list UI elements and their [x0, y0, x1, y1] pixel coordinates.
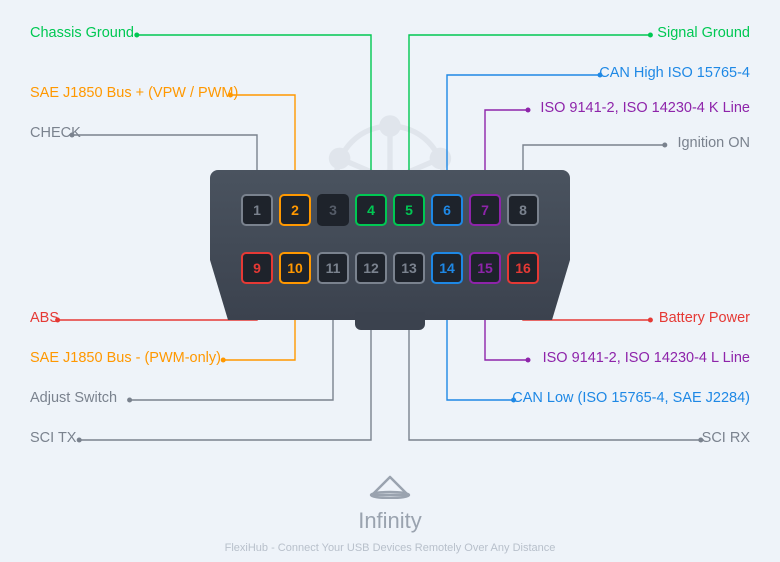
connector-tab — [355, 312, 425, 330]
label-pin-13: SCI RX — [702, 430, 750, 446]
pin-6: 6 — [431, 194, 463, 226]
label-pin-15: ISO 9141-2, ISO 14230-4 L Line — [543, 350, 750, 366]
pin-11: 11 — [317, 252, 349, 284]
pin-5: 5 — [393, 194, 425, 226]
pin-row-bottom: 910111213141516 — [210, 252, 570, 284]
pin-4: 4 — [355, 194, 387, 226]
label-pin-11: Adjust Switch — [30, 390, 117, 406]
tagline: FlexiHub - Connect Your USB Devices Remo… — [0, 542, 780, 554]
label-pin-8: Ignition ON — [677, 135, 750, 151]
label-pin-5: Signal Ground — [657, 25, 750, 41]
label-pin-14: CAN Low (ISO 15765-4, SAE J2284) — [512, 390, 750, 406]
label-pin-9: ABS — [30, 310, 59, 326]
pin-7: 7 — [469, 194, 501, 226]
pin-12: 12 — [355, 252, 387, 284]
label-pin-16: Battery Power — [659, 310, 750, 326]
label-pin-1: CHECK — [30, 125, 81, 141]
label-pin-10: SAE J1850 Bus - (PWM-only) — [30, 350, 221, 366]
infinity-logo-icon — [368, 473, 412, 499]
pin-8: 8 — [507, 194, 539, 226]
pin-14: 14 — [431, 252, 463, 284]
brand-block: Infinity — [0, 473, 780, 534]
pin-16: 16 — [507, 252, 539, 284]
label-pin-12: SCI TX — [30, 430, 76, 446]
label-pin-6: CAN High ISO 15765-4 — [599, 65, 750, 81]
pin-2: 2 — [279, 194, 311, 226]
obd2-connector: 12345678 910111213141516 — [210, 170, 570, 320]
label-pin-7: ISO 9141-2, ISO 14230-4 K Line — [540, 100, 750, 116]
label-pin-4: Chassis Ground — [30, 25, 134, 41]
pin-9: 9 — [241, 252, 273, 284]
pin-10: 10 — [279, 252, 311, 284]
label-pin-2: SAE J1850 Bus + (VPW / PWM) — [30, 85, 238, 101]
brand-name: Infinity — [0, 508, 780, 534]
pin-15: 15 — [469, 252, 501, 284]
pin-13: 13 — [393, 252, 425, 284]
pin-1: 1 — [241, 194, 273, 226]
pin-3: 3 — [317, 194, 349, 226]
connector-body — [210, 170, 570, 320]
pin-row-top: 12345678 — [210, 194, 570, 226]
